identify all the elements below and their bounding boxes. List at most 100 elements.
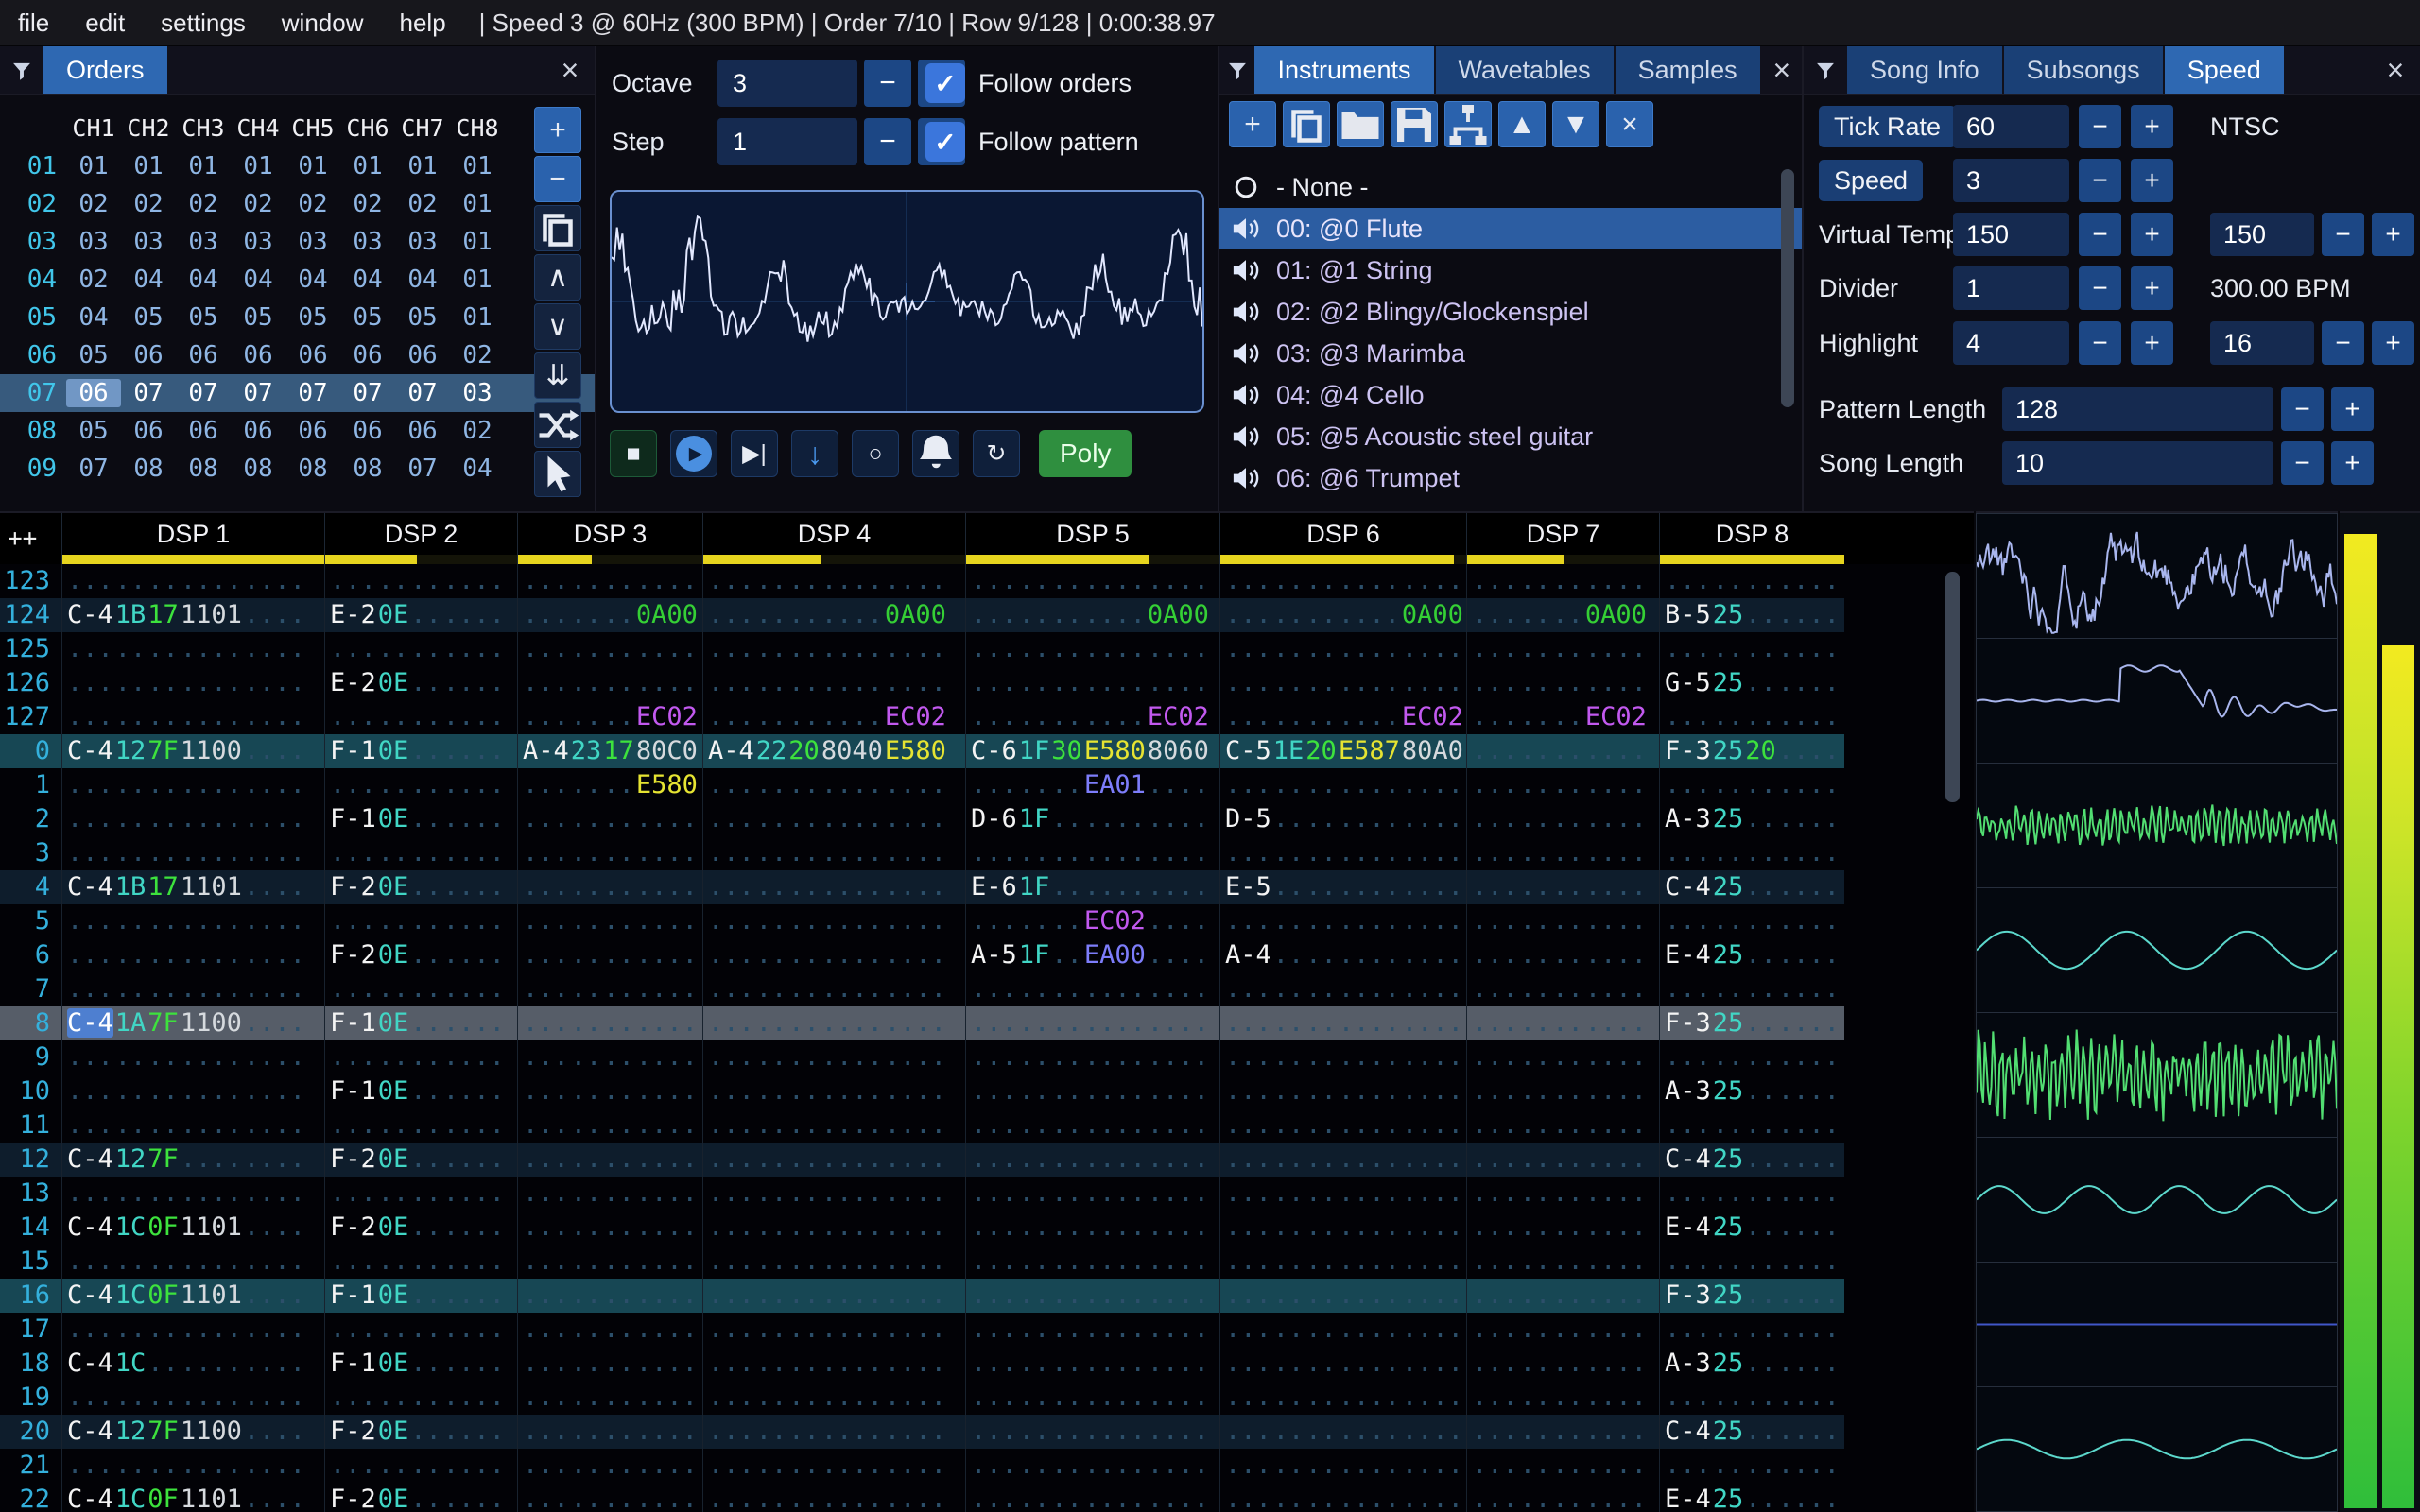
order-cell[interactable]: 01	[450, 190, 505, 218]
pattern-cell[interactable]: C-41C0F1101....	[61, 1279, 324, 1313]
pattern-cell[interactable]: C-61F30E5808060	[965, 734, 1219, 768]
pattern-cell[interactable]: C-41B171101....	[61, 598, 324, 632]
pattern-cell[interactable]: A-325......	[1659, 1074, 1844, 1108]
pattern-cell[interactable]: ...............	[702, 802, 965, 836]
pattern-cell[interactable]: ...............	[1219, 1143, 1466, 1177]
speed-increase-button[interactable]: +	[2131, 159, 2173, 202]
pattern-cell[interactable]: ...............	[702, 1245, 965, 1279]
pattern-cell[interactable]: ...........	[324, 1381, 517, 1415]
order-cell[interactable]: 04	[231, 266, 285, 294]
follow-orders-checkbox[interactable]: ✓	[925, 63, 965, 103]
pattern-cell[interactable]: ...........	[517, 1211, 702, 1245]
order-cell[interactable]: 06	[285, 417, 340, 445]
pattern-cell[interactable]: ...........	[1466, 1449, 1659, 1483]
pattern-cell[interactable]: ...........	[1466, 1177, 1659, 1211]
pattern-cell[interactable]: ...........	[1466, 1211, 1659, 1245]
pattern-cell[interactable]: F-20E......	[324, 1483, 517, 1512]
pattern-cell[interactable]: F-325......	[1659, 1006, 1844, 1040]
order-row[interactable]: 09 07 08 08 08 08 08 07 04	[0, 450, 595, 488]
instruments-tab-instruments[interactable]: Instruments	[1254, 46, 1434, 94]
orders-add-button[interactable]: +	[534, 107, 581, 153]
pattern-cell[interactable]: ...........	[1659, 700, 1844, 734]
pattern-cell[interactable]: ...............	[61, 1313, 324, 1347]
order-cell[interactable]: 01	[450, 266, 505, 294]
pattern-cell[interactable]: ...............	[702, 870, 965, 904]
pattern-cell[interactable]: ...........	[1659, 836, 1844, 870]
pattern-cell[interactable]: ...............	[1219, 1279, 1466, 1313]
metronome-button[interactable]	[912, 430, 959, 477]
pattern-cell[interactable]: ...............	[1219, 1415, 1466, 1449]
instrument-item[interactable]: 05: @5 Acoustic steel guitar	[1219, 416, 1802, 457]
order-cell[interactable]: 06	[285, 341, 340, 369]
pattern-cell[interactable]: ...........	[1466, 802, 1659, 836]
speed-label[interactable]: Speed	[1819, 160, 1924, 201]
order-cell[interactable]: 04	[450, 455, 505, 483]
channel-header-1[interactable]: DSP 1	[61, 513, 324, 564]
follow-pattern-checkbox[interactable]: ✓	[925, 122, 965, 162]
orders-move-down-button[interactable]: ∨	[534, 303, 581, 350]
pattern-cell[interactable]: ...........	[1466, 904, 1659, 938]
pattern-cell[interactable]: ...............	[965, 1483, 1219, 1512]
pattern-cell[interactable]: ...........	[1659, 1449, 1844, 1483]
pattern-cell[interactable]: ...............	[965, 1347, 1219, 1381]
pattern-cell[interactable]: ...............	[1219, 836, 1466, 870]
order-row[interactable]: 01 01 01 01 01 01 01 01 01	[0, 147, 595, 185]
pattern-cell[interactable]: ...........	[1466, 1040, 1659, 1074]
pattern-cell[interactable]: ...............	[965, 666, 1219, 700]
pattern-cell[interactable]: .......0A00	[1466, 598, 1659, 632]
order-cell[interactable]: 02	[450, 341, 505, 369]
pattern-cell[interactable]: ...........	[324, 904, 517, 938]
octave-input[interactable]: 3	[717, 60, 857, 107]
pattern-cell[interactable]: ...............	[702, 1074, 965, 1108]
pattern-cell[interactable]: ...............	[61, 1245, 324, 1279]
pattern-cell[interactable]: F-10E......	[324, 1279, 517, 1313]
order-cell[interactable]: 05	[66, 417, 121, 445]
pattern-cell[interactable]: ...........	[1466, 734, 1659, 768]
order-cell[interactable]: 04	[176, 266, 231, 294]
pattern-cell[interactable]: ...........	[1466, 938, 1659, 972]
pattern-cell[interactable]: ...............	[61, 1449, 324, 1483]
instrument-item[interactable]: 01: @1 String	[1219, 249, 1802, 291]
close-icon[interactable]: ×	[545, 46, 595, 94]
pattern-cell[interactable]: ...............	[702, 666, 965, 700]
pattern-cell[interactable]: ...............	[702, 836, 965, 870]
pattern-cell[interactable]: ...........	[1659, 1313, 1844, 1347]
virtual-tempo-den-increase-button[interactable]: +	[2372, 213, 2414, 256]
order-cell[interactable]: 01	[395, 152, 450, 180]
pattern-cell[interactable]: ...........	[1466, 1006, 1659, 1040]
pattern-cell[interactable]: ...........	[517, 1449, 702, 1483]
song-tab-subsongs[interactable]: Subsongs	[2003, 46, 2163, 94]
order-cell[interactable]: 07	[66, 455, 121, 483]
pattern-cell[interactable]: ...........	[324, 564, 517, 598]
song-length-increase-button[interactable]: +	[2331, 441, 2374, 485]
pattern-cell[interactable]: ...............	[61, 1040, 324, 1074]
pattern-cell[interactable]: ...........	[324, 972, 517, 1006]
order-cell[interactable]: 01	[450, 303, 505, 332]
order-row[interactable]: 08 05 06 06 06 06 06 06 02	[0, 412, 595, 450]
order-cell[interactable]: 04	[121, 266, 176, 294]
instrument-item[interactable]: 00: @0 Flute	[1219, 208, 1802, 249]
order-cell[interactable]: 03	[340, 228, 395, 256]
pattern-cell[interactable]: ...........	[517, 564, 702, 598]
order-cell[interactable]: 06	[176, 417, 231, 445]
channel-header-2[interactable]: DSP 2	[324, 513, 517, 564]
pattern-cell[interactable]: ...........	[1466, 836, 1659, 870]
order-cell[interactable]: 03	[395, 228, 450, 256]
pattern-cell[interactable]: ...........	[517, 1483, 702, 1512]
pattern-cell[interactable]: ...........	[517, 666, 702, 700]
pattern-cell[interactable]: ...............	[1219, 972, 1466, 1006]
pattern-cell[interactable]: C-41C0F1101....	[61, 1483, 324, 1512]
channel-header-4[interactable]: DSP 4	[702, 513, 965, 564]
pattern-cell[interactable]: ...............	[702, 1108, 965, 1143]
order-cell[interactable]: 06	[395, 417, 450, 445]
play-button[interactable]: ▶	[670, 430, 717, 477]
record-button[interactable]: ○	[852, 430, 899, 477]
order-cell[interactable]: 05	[395, 303, 450, 332]
pattern-cell[interactable]: ...............	[702, 1347, 965, 1381]
pattern-cell[interactable]: .......0A00	[517, 598, 702, 632]
order-cell[interactable]: 08	[231, 455, 285, 483]
pattern-cell[interactable]: ...........	[1466, 564, 1659, 598]
pattern-cell[interactable]: ...........	[517, 1381, 702, 1415]
pattern-cell[interactable]: ...........	[324, 1040, 517, 1074]
order-cell[interactable]: 01	[176, 152, 231, 180]
